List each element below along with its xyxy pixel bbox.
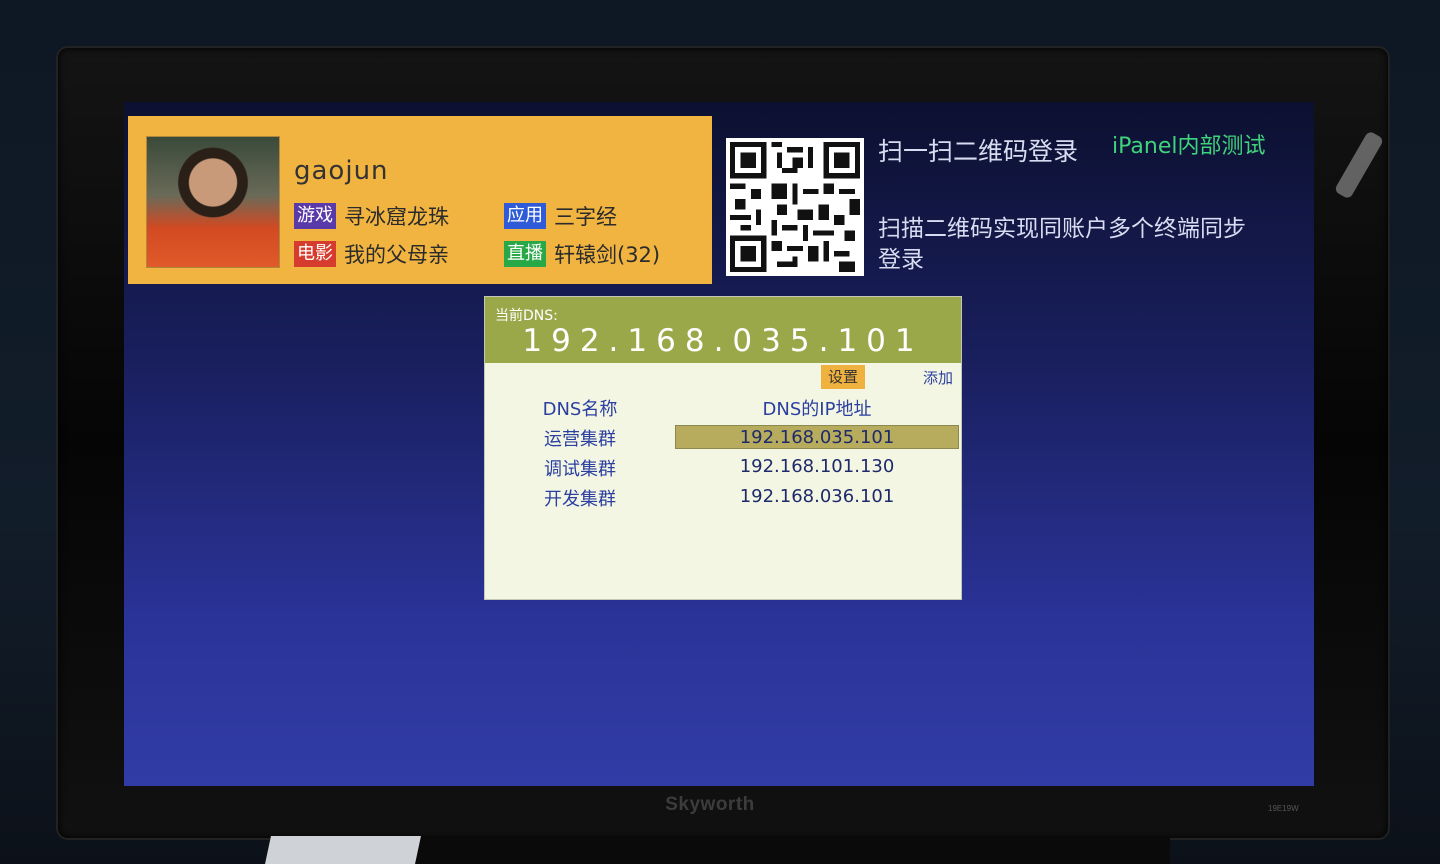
category-tag-live: 直播 xyxy=(504,241,546,267)
recommendation-item[interactable]: 电影 我的父母亲 xyxy=(294,240,449,268)
qr-brand-label: iPanel内部测试 xyxy=(1112,134,1266,159)
recommendation-item[interactable]: 应用 三字经 xyxy=(504,202,617,230)
column-header-dns-ip: DNS的IP地址 xyxy=(762,399,872,420)
dns-entry-name[interactable]: 开发集群 xyxy=(525,485,635,511)
category-tag-game: 游戏 xyxy=(294,203,336,229)
username: gaojun xyxy=(294,156,389,186)
dns-entry-name[interactable]: 运营集群 xyxy=(525,425,635,451)
qr-code-image xyxy=(726,138,864,276)
tv-brand-logo: Skyworth xyxy=(665,794,755,815)
product-sticker xyxy=(265,836,421,864)
category-tag-app: 应用 xyxy=(504,203,546,229)
current-dns-value: 192.168.035.101 xyxy=(522,323,924,359)
current-dns-label: 当前DNS: xyxy=(495,308,558,324)
dns-entry-ip[interactable]: 192.168.036.101 xyxy=(675,485,959,509)
dns-entry-name[interactable]: 调试集群 xyxy=(525,455,635,481)
set-dns-button[interactable]: 设置 xyxy=(821,365,865,389)
recommendation-title: 寻冰窟龙珠 xyxy=(344,205,449,229)
recommendation-item[interactable]: 直播 轩辕剑(32) xyxy=(504,240,660,268)
column-header-dns-name: DNS名称 xyxy=(542,399,618,420)
recommendation-title: 我的父母亲 xyxy=(344,243,449,267)
tv-screen: gaojun 游戏 寻冰窟龙珠 应用 三字经 电影 我的父母亲 直播 轩辕剑(3… xyxy=(124,102,1314,786)
recommendation-title: 三字经 xyxy=(554,205,617,229)
tv-model-label: 19E19W xyxy=(1268,804,1299,813)
qr-login-title: 扫一扫二维码登录 xyxy=(878,137,1079,166)
qr-login-description: 扫描二维码实现同账户多个终端同步登录 xyxy=(878,216,1246,273)
dns-entry-ip[interactable]: 192.168.101.130 xyxy=(675,455,959,479)
user-panel: gaojun 游戏 寻冰窟龙珠 应用 三字经 电影 我的父母亲 直播 轩辕剑(3… xyxy=(128,116,712,284)
avatar[interactable] xyxy=(146,136,280,268)
category-tag-movie: 电影 xyxy=(294,241,336,267)
dns-entry-ip-selected[interactable]: 192.168.035.101 xyxy=(675,425,959,449)
add-dns-button[interactable]: 添加 xyxy=(923,367,953,388)
recommendation-title: 轩辕剑(32) xyxy=(554,243,661,267)
recommendation-item[interactable]: 游戏 寻冰窟龙珠 xyxy=(294,202,449,230)
current-dns-header: 当前DNS: 192.168.035.101 xyxy=(485,297,961,363)
dns-settings-dialog: 当前DNS: 192.168.035.101 设置 添加 DNS名称 DNS的I… xyxy=(484,296,962,600)
